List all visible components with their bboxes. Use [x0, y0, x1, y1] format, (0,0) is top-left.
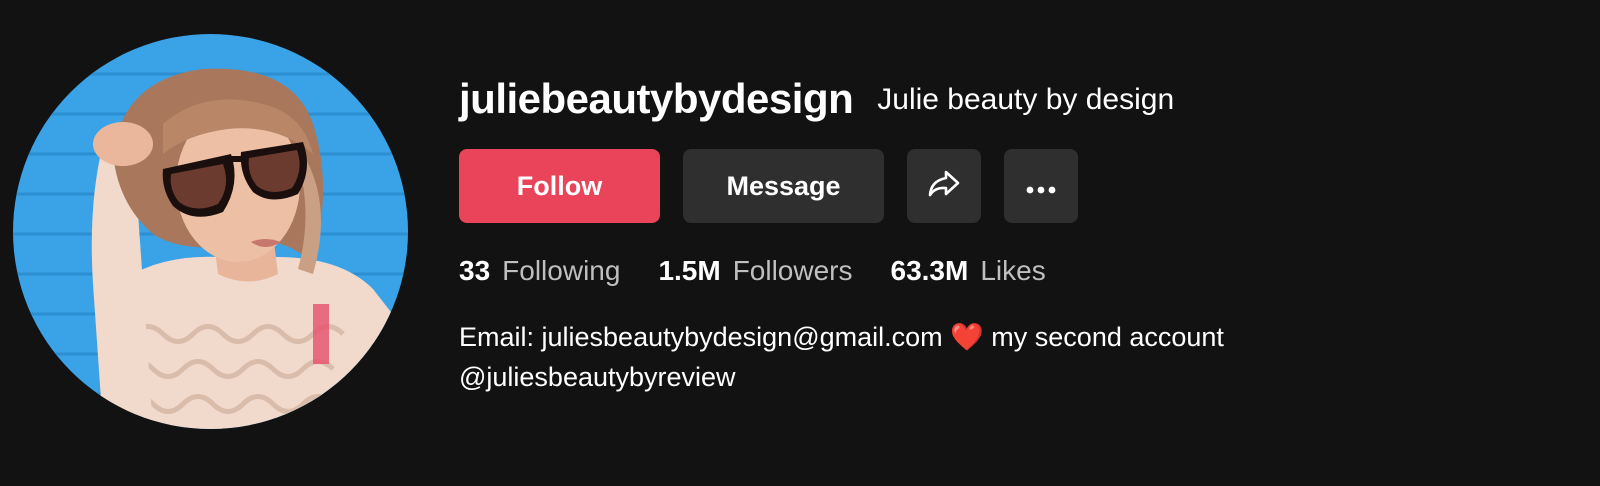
- heart-icon: ❤️: [950, 322, 984, 352]
- bio: Email: juliesbeautybydesign@gmail.com ❤️…: [459, 317, 1559, 397]
- profile-info: juliebeautybydesign Julie beauty by desi…: [459, 75, 1559, 397]
- more-button[interactable]: [1004, 149, 1078, 223]
- followers-label: Followers: [732, 255, 853, 286]
- display-name: Julie beauty by design: [877, 83, 1175, 116]
- bio-line-2: @juliesbeautybyreview: [459, 362, 736, 392]
- likes-label: Likes: [980, 255, 1046, 286]
- following-count: 33: [459, 255, 491, 286]
- message-button[interactable]: Message: [683, 149, 884, 223]
- likes-count: 63.3M: [890, 255, 969, 286]
- avatar-photo: [13, 34, 408, 429]
- name-row: juliebeautybydesign Julie beauty by desi…: [459, 75, 1559, 129]
- follow-button[interactable]: Follow: [459, 149, 660, 223]
- followers-count: 1.5M: [658, 255, 721, 286]
- stat-likes: 63.3M Likes: [891, 255, 1046, 287]
- stat-following[interactable]: 33 Following: [459, 255, 620, 287]
- more-icon: [1025, 171, 1057, 202]
- bio-second-account-text: my second account: [991, 322, 1224, 352]
- bio-email-text: Email: juliesbeautybydesign@gmail.com: [459, 322, 943, 352]
- bio-line-1: Email: juliesbeautybydesign@gmail.com ❤️…: [459, 317, 1559, 357]
- share-icon: [926, 165, 962, 208]
- action-buttons: Follow Message: [459, 149, 1559, 223]
- profile-stats: 33 Following 1.5M Followers 63.3M Likes: [459, 255, 1559, 287]
- following-label: Following: [502, 255, 621, 286]
- username: juliebeautybydesign: [459, 75, 854, 122]
- avatar[interactable]: [13, 34, 408, 429]
- profile-page: juliebeautybydesign Julie beauty by desi…: [0, 0, 1600, 486]
- share-button[interactable]: [907, 149, 981, 223]
- stat-followers[interactable]: 1.5M Followers: [658, 255, 852, 287]
